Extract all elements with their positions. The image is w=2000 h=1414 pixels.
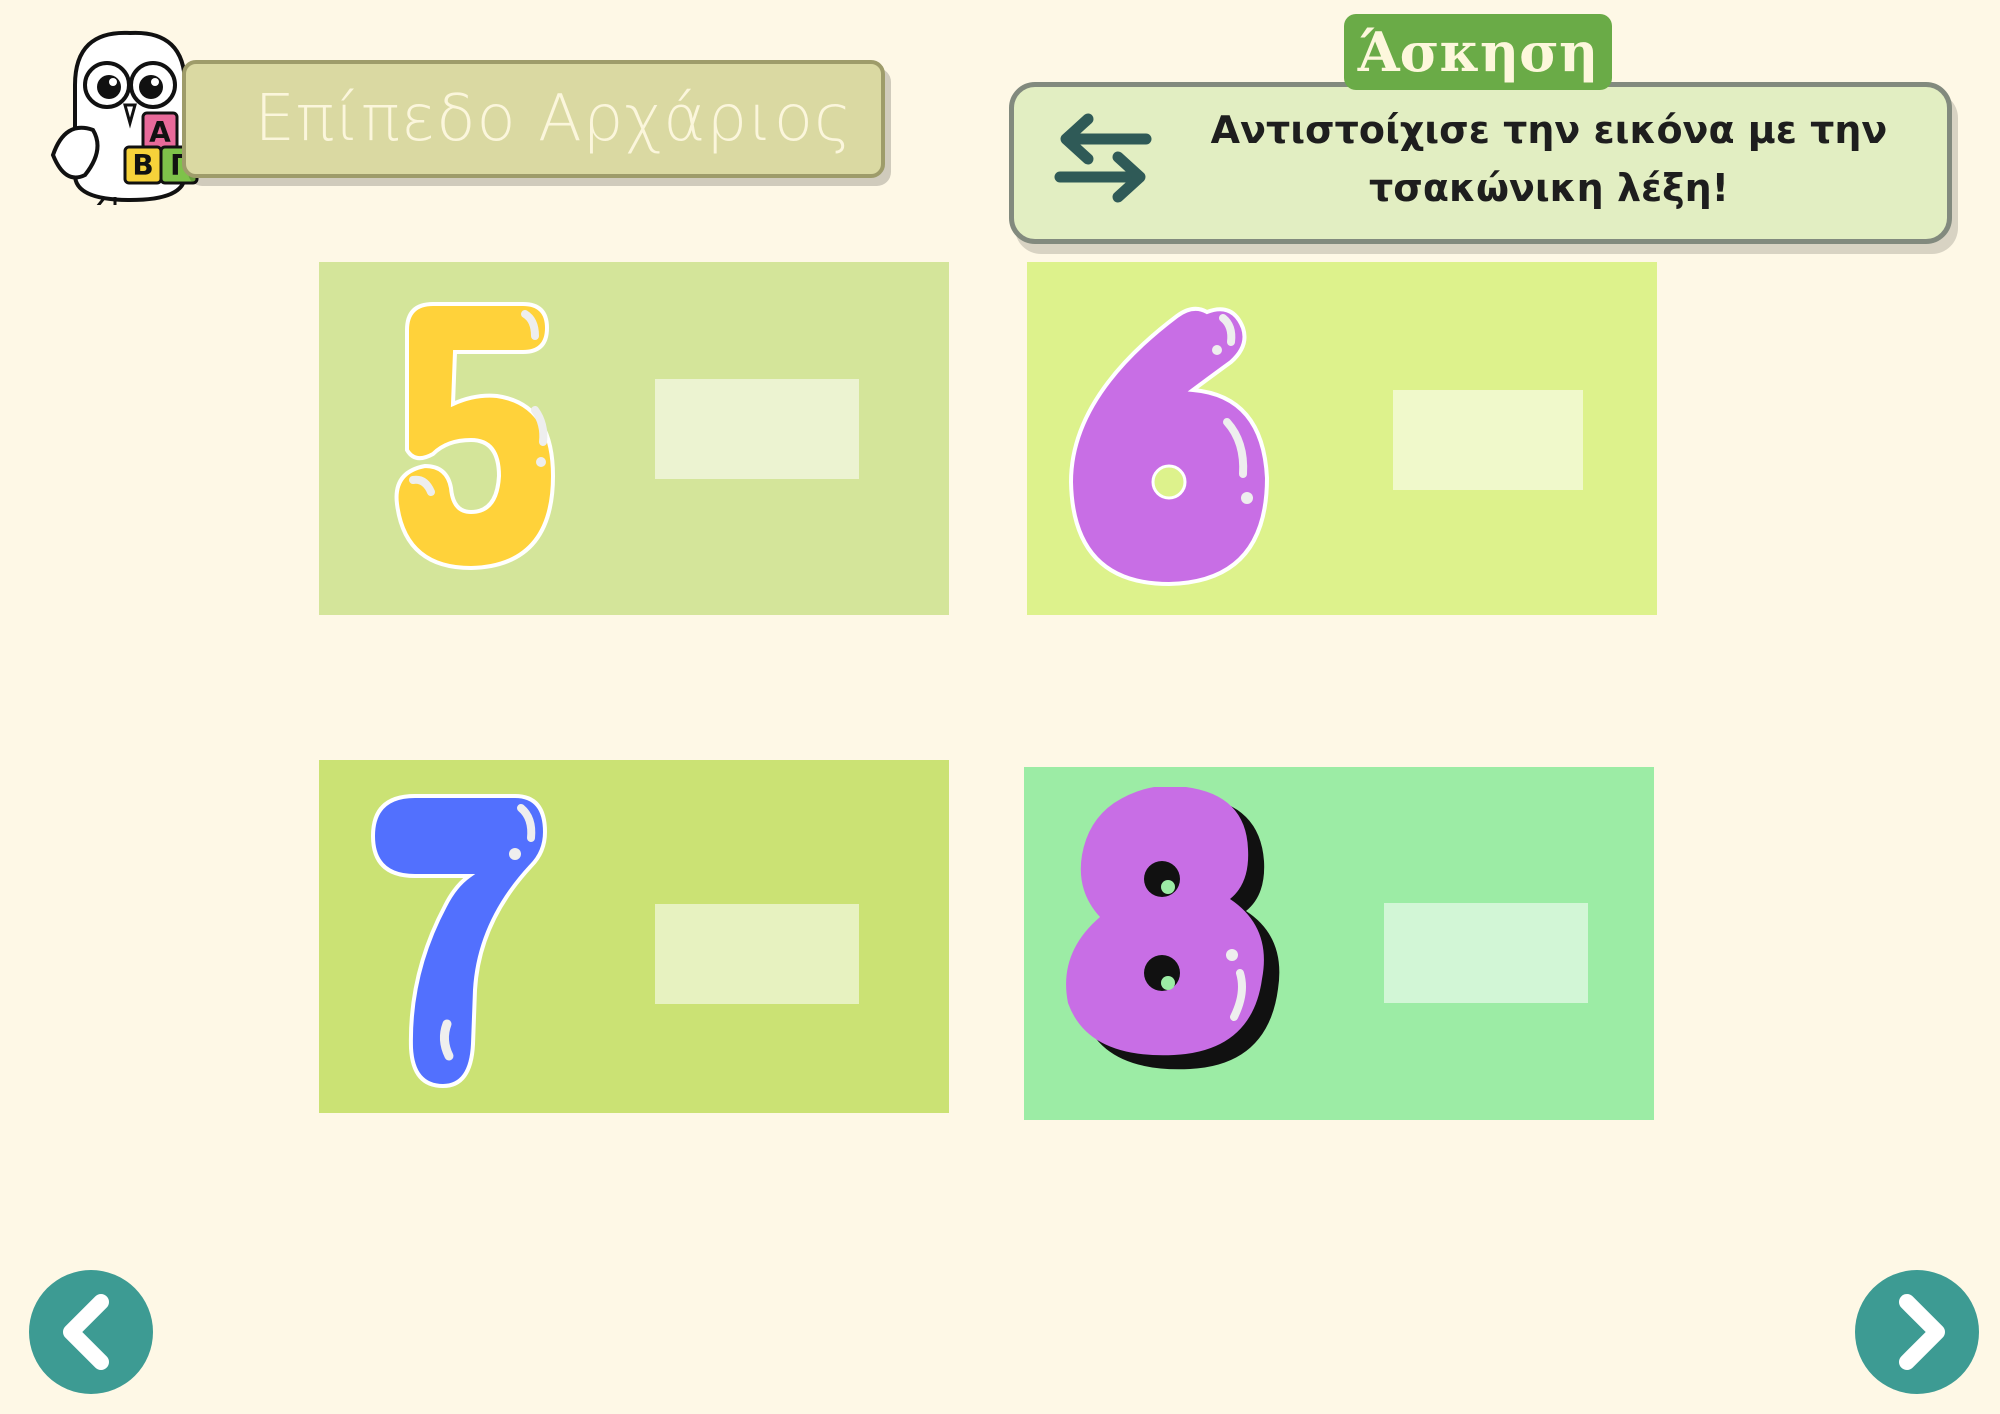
level-title: Επίπεδο Αρχάριος <box>254 82 853 156</box>
instruction-box: Αντιστοίχισε την εικόνα με την τσακώνικη… <box>1009 82 1952 244</box>
block-letter-b: Β <box>132 149 153 182</box>
numeral-six-image <box>1068 306 1270 587</box>
numeral-seven-image <box>370 794 548 1089</box>
prev-button[interactable] <box>29 1270 153 1394</box>
instruction-text: Αντιστοίχισε την εικόνα με την τσακώνικη… <box>1210 108 1888 210</box>
chevron-right-icon <box>1899 1294 1945 1370</box>
block-letter-a: Α <box>149 116 171 149</box>
level-banner: Επίπεδο Αρχάριος <box>182 60 885 178</box>
swap-arrows-icon <box>1054 113 1152 203</box>
numeral-five-image <box>394 302 555 571</box>
card-five[interactable] <box>319 262 949 615</box>
card-eight[interactable] <box>1024 767 1654 1120</box>
card-seven[interactable] <box>319 760 949 1113</box>
next-button[interactable] <box>1855 1270 1979 1394</box>
card-six[interactable] <box>1027 262 1657 615</box>
exercise-tag-label: Άσκηση <box>1357 20 1599 84</box>
numeral-eight-image <box>1066 787 1280 1070</box>
answer-slot-six[interactable] <box>1393 390 1583 490</box>
chevron-left-icon <box>63 1294 109 1370</box>
answer-slot-eight[interactable] <box>1384 903 1588 1003</box>
exercise-tag: Άσκηση <box>1344 14 1612 90</box>
answer-slot-five[interactable] <box>655 379 859 479</box>
answer-slot-seven[interactable] <box>655 904 859 1004</box>
